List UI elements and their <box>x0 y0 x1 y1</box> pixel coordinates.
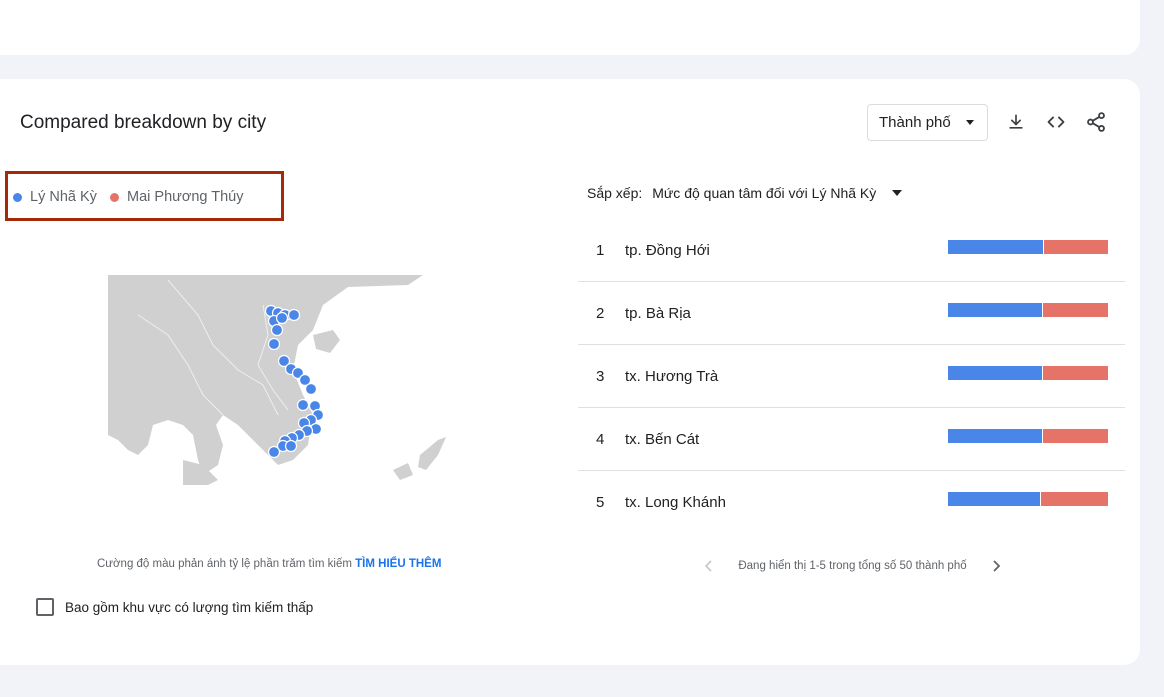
pagination-text: Đang hiển thị 1-5 trong tổng số 50 thành… <box>738 560 967 572</box>
map-land <box>313 330 340 353</box>
previous-card <box>0 0 1140 55</box>
city-map[interactable] <box>108 275 446 485</box>
card-title: Compared breakdown by city <box>20 112 267 133</box>
comparison-bar <box>948 303 1108 317</box>
bar-mai-phuong-thuy <box>1042 366 1108 380</box>
table-row[interactable]: 5 tx. Long Khánh <box>578 471 1125 534</box>
map-note-text: Cường độ màu phản ánh tỷ lệ phần trăm tì… <box>97 558 352 570</box>
sort-label: Sắp xếp: <box>587 185 643 201</box>
legend-dot-icon <box>13 192 22 202</box>
row-city: tx. Hương Trà <box>625 368 719 385</box>
map-land <box>418 437 446 470</box>
bar-ly-nha-ky <box>948 492 1041 506</box>
geo-level-value: Thành phố <box>879 114 951 131</box>
legend-item-ly-nha-ky[interactable]: Lý Nhã Kỳ <box>13 189 97 205</box>
caret-down-icon <box>966 120 974 125</box>
row-city: tp. Đồng Hới <box>625 242 710 259</box>
geo-level-select[interactable]: Thành phố <box>867 104 988 141</box>
legend: Lý Nhã Kỳ Mai Phương Thúy <box>5 171 284 221</box>
row-city: tx. Bến Cát <box>625 431 700 448</box>
row-city: tx. Long Khánh <box>625 494 726 511</box>
city-marker[interactable] <box>275 311 289 325</box>
embed-code-icon[interactable] <box>1043 109 1069 135</box>
city-marker[interactable] <box>296 398 310 412</box>
city-breakdown-card: Compared breakdown by city Thành phố Lý … <box>0 79 1140 665</box>
download-icon[interactable] <box>1003 109 1029 135</box>
bar-mai-phuong-thuy <box>1042 303 1108 317</box>
legend-item-mai-phuong-thuy[interactable]: Mai Phương Thúy <box>110 189 243 205</box>
row-rank: 2 <box>596 305 605 322</box>
low-volume-label: Bao gồm khu vực có lượng tìm kiếm thấp <box>65 599 314 615</box>
table-row[interactable]: 2 tp. Bà Rịa <box>578 282 1125 345</box>
city-list: 1 tp. Đồng Hới 2 tp. Bà Rịa 3 tx. Hương … <box>578 219 1125 534</box>
table-row[interactable]: 1 tp. Đồng Hới <box>578 219 1125 282</box>
map-land <box>108 275 423 475</box>
legend-label: Lý Nhã Kỳ <box>30 189 97 205</box>
chevron-right-icon[interactable] <box>987 557 1005 575</box>
low-volume-toggle[interactable]: Bao gồm khu vực có lượng tìm kiếm thấp <box>36 598 313 616</box>
bar-ly-nha-ky <box>948 240 1044 254</box>
sort-value[interactable]: Mức độ quan tâm đối với Lý Nhã Kỳ <box>652 185 876 201</box>
bar-ly-nha-ky <box>948 366 1042 380</box>
city-marker[interactable] <box>284 439 298 453</box>
table-row[interactable]: 4 tx. Bến Cát <box>578 408 1125 471</box>
comparison-bar <box>948 429 1108 443</box>
row-city: tp. Bà Rịa <box>625 305 691 322</box>
row-rank: 5 <box>596 494 605 511</box>
bar-ly-nha-ky <box>948 303 1042 317</box>
legend-label: Mai Phương Thúy <box>127 189 244 205</box>
city-marker[interactable] <box>267 445 281 459</box>
comparison-bar <box>948 240 1108 254</box>
chevron-left-icon[interactable] <box>700 557 718 575</box>
city-marker[interactable] <box>287 308 301 322</box>
row-rank: 3 <box>596 368 605 385</box>
bar-mai-phuong-thuy <box>1041 492 1108 506</box>
caret-down-icon[interactable] <box>892 190 903 196</box>
city-marker[interactable] <box>304 382 318 396</box>
bar-mai-phuong-thuy <box>1044 240 1108 254</box>
row-rank: 1 <box>596 242 605 259</box>
city-marker[interactable] <box>270 323 284 337</box>
city-marker[interactable] <box>267 337 281 351</box>
sort-control[interactable]: Sắp xếp: Mức độ quan tâm đối với Lý Nhã … <box>587 185 903 201</box>
pagination: Đang hiển thị 1-5 trong tổng số 50 thành… <box>700 555 1005 577</box>
map-land <box>393 463 413 480</box>
low-volume-checkbox[interactable] <box>36 598 54 616</box>
comparison-bar <box>948 492 1108 506</box>
learn-more-link[interactable]: TÌM HIỂU THÊM <box>355 558 441 570</box>
share-icon[interactable] <box>1083 109 1109 135</box>
bar-mai-phuong-thuy <box>1042 429 1108 443</box>
map-note: Cường độ màu phản ánh tỷ lệ phần trăm tì… <box>97 558 441 570</box>
bar-ly-nha-ky <box>948 429 1042 443</box>
row-rank: 4 <box>596 431 605 448</box>
legend-dot-icon <box>110 192 119 202</box>
comparison-bar <box>948 366 1108 380</box>
table-row[interactable]: 3 tx. Hương Trà <box>578 345 1125 408</box>
